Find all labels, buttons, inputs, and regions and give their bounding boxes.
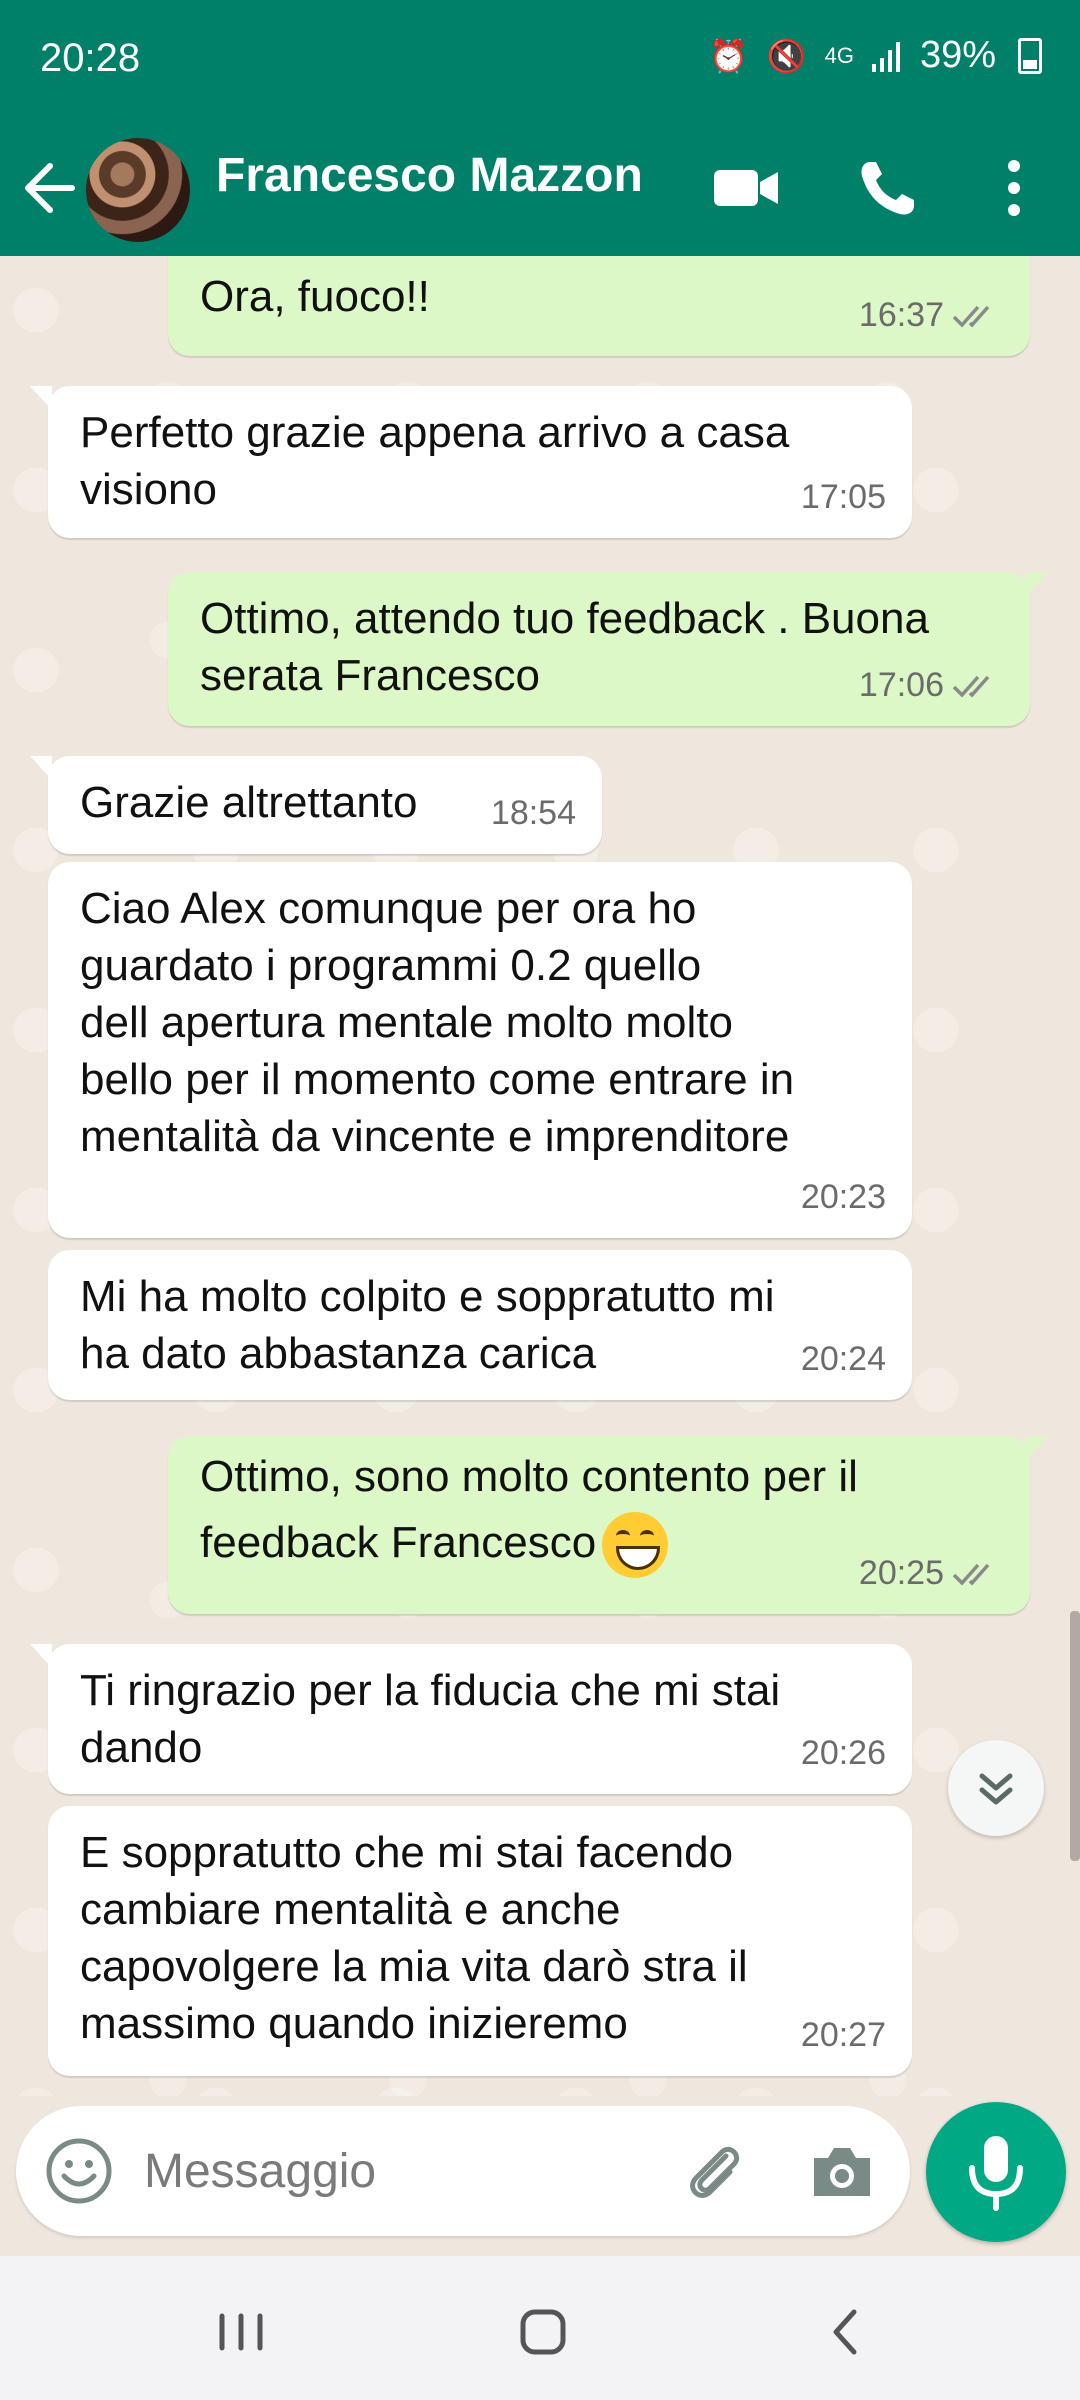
scroll-to-bottom-button[interactable] [948, 1740, 1044, 1836]
message-text: E soppratutto che mi stai facendo cambia… [80, 1828, 748, 2048]
recent-apps-button[interactable] [196, 2286, 286, 2376]
status-icons: ⏰ 🔇 4G 39% [709, 34, 1042, 77]
message-text: Mi ha molto colpito e soppratutto mi ha … [80, 1272, 775, 1378]
message-incoming[interactable]: Grazie altrettanto 18:54 [30, 756, 602, 854]
home-button[interactable] [498, 2286, 588, 2376]
message-meta: 20:27 [801, 2007, 886, 2064]
camera-button[interactable] [804, 2134, 880, 2210]
attach-icon [690, 2146, 740, 2198]
message-time: 17:06 [858, 666, 944, 704]
attach-button[interactable] [676, 2134, 752, 2210]
message-time: 20:24 [800, 1340, 886, 1378]
message-time: 16:37 [858, 296, 944, 334]
message-outgoing[interactable]: Ottimo, attendo tuo feedback . Buona ser… [168, 572, 1048, 726]
emoji-icon [46, 2138, 112, 2204]
message-outgoing[interactable]: Ora, fuoco!! 16:37 [168, 256, 1030, 356]
message-time: 18:54 [490, 794, 576, 832]
message-time: 20:27 [800, 2016, 886, 2054]
message-time: 20:23 [800, 1178, 886, 1216]
system-back-button[interactable] [800, 2286, 890, 2376]
message-input[interactable] [142, 2130, 666, 2212]
message-outgoing[interactable]: Ottimo, sono molto contento per il feedb… [168, 1436, 1048, 1614]
message-text: Perfetto grazie appena arrivo a casa vis… [80, 408, 790, 514]
system-back-icon [833, 2309, 857, 2355]
contact-avatar[interactable] [86, 138, 190, 242]
message-meta: 20:24 [801, 1331, 886, 1388]
alarm-icon: ⏰ [708, 37, 749, 74]
message-meta: 17:06 [859, 657, 1004, 714]
message-text-content: Ottimo, sono molto contento per il feedb… [200, 1452, 858, 1567]
grinning-emoji-icon [602, 1512, 669, 1579]
message-time: 20:26 [800, 1734, 886, 1772]
message-meta: 20:23 [801, 1169, 886, 1226]
network-type: 4G [824, 42, 854, 68]
message-meta: 17:05 [801, 469, 886, 526]
status-time: 20:28 [40, 36, 141, 80]
voice-message-button[interactable] [926, 2102, 1066, 2242]
message-text: Ti ringrazio per la fiducia che mi stai … [80, 1666, 781, 1772]
message-incoming[interactable]: Ciao Alex comunque per ora ho guardato i… [48, 862, 912, 1238]
scrollbar[interactable] [1070, 1611, 1080, 1861]
contact-name[interactable]: Francesco Mazzon [216, 148, 643, 203]
camera-icon [814, 2148, 870, 2196]
back-button[interactable] [20, 144, 80, 232]
battery-icon [1018, 37, 1042, 74]
emoji-button[interactable] [44, 2136, 114, 2206]
message-incoming[interactable]: Ti ringrazio per la fiducia che mi stai … [30, 1644, 912, 1794]
message-composer [16, 2106, 910, 2236]
mic-icon [969, 2136, 1023, 2211]
battery-percent: 39% [919, 34, 996, 76]
message-meta: 20:25 [859, 1545, 1004, 1602]
home-icon [520, 2309, 566, 2355]
message-incoming[interactable]: Mi ha molto colpito e soppratutto mi ha … [48, 1250, 912, 1400]
more-options-button[interactable] [974, 148, 1054, 228]
chat-header: Francesco Mazzon [0, 120, 1080, 256]
video-call-icon [714, 170, 778, 206]
message-meta: 18:54 [491, 785, 576, 842]
signal-icon [871, 41, 900, 72]
message-incoming[interactable]: E soppratutto che mi stai facendo cambia… [48, 1806, 912, 2076]
status-bar: 20:28 ⏰ 🔇 4G 39% [0, 0, 1080, 120]
system-navigation-bar [0, 2256, 1080, 2400]
recent-apps-icon [219, 2313, 263, 2351]
read-ticks-icon [952, 1563, 990, 1586]
message-list[interactable]: Ora, fuoco!! 16:37 Perfetto grazie appen… [0, 256, 1080, 2096]
back-arrow-icon [25, 163, 75, 213]
video-call-button[interactable] [706, 148, 786, 228]
phone-icon [861, 162, 914, 215]
message-time: 17:05 [800, 478, 886, 516]
double-chevron-down-icon [979, 1773, 1013, 1805]
voice-call-button[interactable] [848, 148, 928, 228]
message-time: 20:25 [858, 1554, 944, 1592]
more-vert-icon [1008, 160, 1020, 216]
read-ticks-icon [952, 675, 990, 698]
message-meta: 16:37 [859, 287, 1004, 344]
mute-icon: 🔇 [766, 37, 807, 74]
message-incoming[interactable]: Perfetto grazie appena arrivo a casa vis… [30, 386, 912, 538]
message-meta: 20:26 [801, 1725, 886, 1782]
message-text: Ciao Alex comunque per ora ho guardato i… [80, 884, 795, 1161]
read-ticks-icon [952, 305, 990, 328]
